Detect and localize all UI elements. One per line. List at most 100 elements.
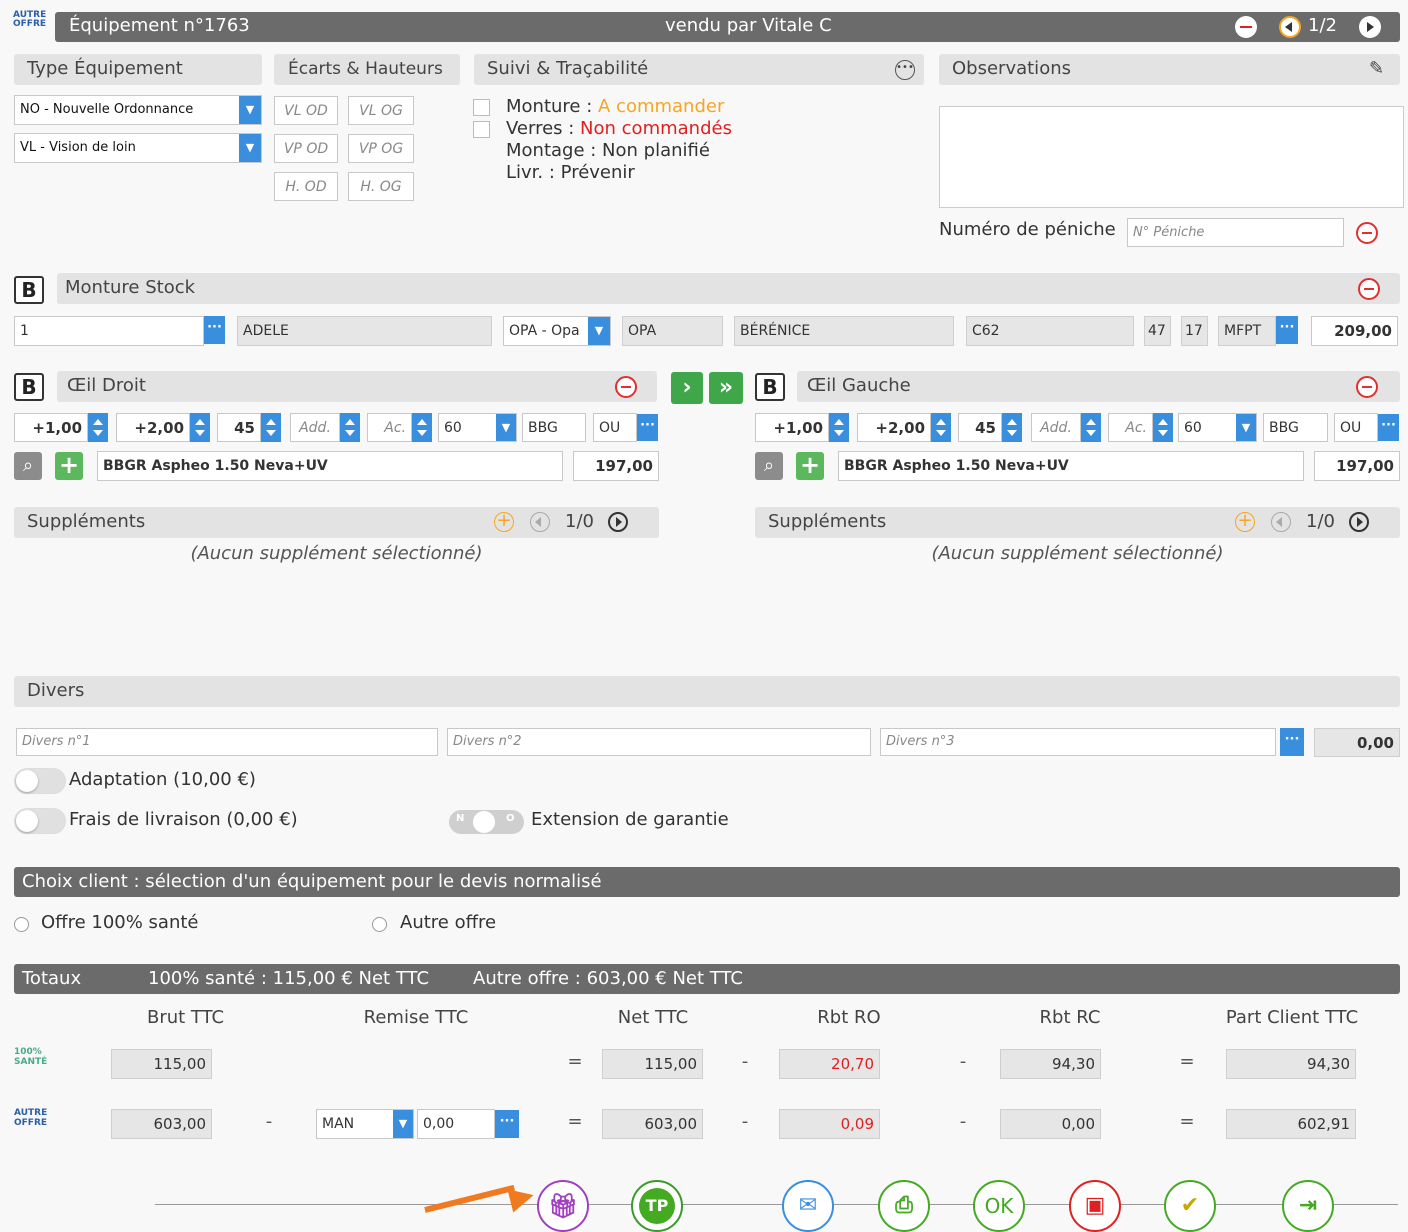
od-add-input[interactable]: Add. <box>290 413 340 442</box>
og-sphere-spinner[interactable] <box>829 413 849 442</box>
divers-more-button[interactable]: ··· <box>1280 728 1304 756</box>
peniche-input[interactable]: N° Péniche <box>1127 218 1344 247</box>
edit-note-icon[interactable]: ✎ <box>1369 58 1384 80</box>
og-axis-spinner[interactable] <box>1002 413 1022 442</box>
og-lens-name[interactable]: BBGR Aspheo 1.50 Neva+UV <box>838 451 1304 481</box>
next-supplement-icon[interactable] <box>608 512 628 532</box>
add-supplement-icon[interactable]: + <box>1235 512 1255 532</box>
og-cylinder-input[interactable]: +2,00 <box>857 413 931 442</box>
od-sphere-input[interactable]: +1,00 <box>14 413 88 442</box>
og-brand[interactable]: BBG <box>1263 413 1328 442</box>
og-lens-price[interactable]: 197,00 <box>1314 451 1400 481</box>
od-sphere-spinner[interactable] <box>88 413 108 442</box>
od-axis-spinner[interactable] <box>261 413 281 442</box>
chevron-down-icon[interactable]: ▼ <box>239 134 261 162</box>
vl-og-input[interactable]: VL OG <box>348 96 414 125</box>
supplier-select[interactable]: OPA - Opa ▼ <box>503 316 611 346</box>
monture-ref-input[interactable]: 1 <box>14 316 204 346</box>
od-axis-input[interactable]: 45 <box>217 413 261 442</box>
od-cylinder-spinner[interactable] <box>190 413 210 442</box>
save-button[interactable]: ▣ <box>1069 1180 1121 1232</box>
vision-select[interactable]: VL - Vision de loin ▼ <box>14 133 262 163</box>
remise-type-select[interactable]: MAN ▼ <box>316 1109 414 1139</box>
od-ou-more-button[interactable]: ··· <box>637 414 658 441</box>
email-button[interactable]: ✉ <box>782 1180 834 1232</box>
h-og-input[interactable]: H. OG <box>348 172 414 201</box>
od-lens-name[interactable]: BBGR Aspheo 1.50 Neva+UV <box>97 451 563 481</box>
og-add-input[interactable]: Add. <box>1031 413 1081 442</box>
next-supplement-icon[interactable] <box>1349 512 1369 532</box>
chevron-down-icon[interactable]: ▼ <box>496 414 516 441</box>
od-cylinder-input[interactable]: +2,00 <box>116 413 190 442</box>
monture-type: MFPT <box>1218 316 1276 346</box>
ordonnance-select[interactable]: NO - Nouvelle Ordonnance ▼ <box>14 95 262 125</box>
og-diameter-select[interactable]: 60 ▼ <box>1178 413 1257 442</box>
autre-offre-radio[interactable] <box>372 917 387 932</box>
ok-button[interactable]: OK <box>973 1180 1025 1232</box>
og-ac-input[interactable]: Ac. <box>1108 413 1153 442</box>
monture-color: C62 <box>966 316 1134 346</box>
remove-peniche-icon[interactable] <box>1356 222 1378 244</box>
od-ac-spinner[interactable] <box>412 413 432 442</box>
og-search-icon[interactable]: ⌕ <box>755 452 783 480</box>
og-add-spinner[interactable] <box>1081 413 1101 442</box>
og-ac-spinner[interactable] <box>1153 413 1173 442</box>
vp-og-input[interactable]: VP OG <box>348 134 414 163</box>
od-add-lens-icon[interactable]: + <box>55 452 83 480</box>
copy-right-icon[interactable]: › <box>671 372 703 404</box>
offre-sante-radio[interactable] <box>14 917 29 932</box>
exit-button[interactable]: ⇥ <box>1282 1180 1334 1232</box>
remise-more-button[interactable]: ··· <box>495 1110 519 1138</box>
od-ac-input[interactable]: Ac. <box>367 413 412 442</box>
tp-button[interactable]: TP <box>631 1180 683 1232</box>
prev-supplement-icon[interactable] <box>1271 512 1291 532</box>
print-button[interactable]: ⎙ <box>878 1180 930 1232</box>
monture-ref-more-button[interactable]: ··· <box>204 316 225 344</box>
od-lens-price[interactable]: 197,00 <box>573 451 659 481</box>
og-add-lens-icon[interactable]: + <box>796 452 824 480</box>
chevron-down-icon[interactable]: ▼ <box>1236 414 1256 441</box>
next-page-icon[interactable] <box>1359 16 1381 38</box>
h-od-input[interactable]: H. OD <box>274 172 338 201</box>
vl-od-input[interactable]: VL OD <box>274 96 338 125</box>
remove-equipment-icon[interactable] <box>1235 16 1257 38</box>
copy-all-right-icon[interactable]: » <box>709 372 743 404</box>
divers-1-input[interactable]: Divers n°1 <box>16 728 438 756</box>
gift-button[interactable]: 🎁︎ <box>537 1180 589 1232</box>
chevron-down-icon[interactable]: ▼ <box>239 96 261 124</box>
divers-3-input[interactable]: Divers n°3 <box>880 728 1276 756</box>
col-rbt-rc: Rbt RC <box>1039 1007 1101 1028</box>
verres-checkbox[interactable] <box>473 121 490 138</box>
livraison-toggle[interactable] <box>14 808 66 834</box>
og-axis-input[interactable]: 45 <box>958 413 1002 442</box>
add-supplement-icon[interactable]: + <box>494 512 514 532</box>
og-sphere-input[interactable]: +1,00 <box>755 413 829 442</box>
validate-button[interactable]: ✔ <box>1164 1180 1216 1232</box>
monture-type-more-button[interactable]: ··· <box>1276 316 1298 344</box>
verres-status: Verres : Non commandés <box>506 118 732 140</box>
monture-checkbox[interactable] <box>473 99 490 116</box>
od-brand[interactable]: BBG <box>522 413 586 442</box>
prev-page-icon[interactable] <box>1279 16 1301 38</box>
adaptation-toggle[interactable] <box>14 768 66 794</box>
remise-input[interactable]: 0,00 <box>417 1109 495 1139</box>
og-cylinder-spinner[interactable] <box>931 413 951 442</box>
monture-price[interactable]: 209,00 <box>1311 316 1398 346</box>
vp-od-input[interactable]: VP OD <box>274 134 338 163</box>
remove-oeil-droit-icon[interactable] <box>615 376 637 398</box>
og-ou[interactable]: OU <box>1334 413 1378 442</box>
od-add-spinner[interactable] <box>340 413 360 442</box>
extension-toggle[interactable]: N O <box>449 810 524 834</box>
od-ou[interactable]: OU <box>593 413 637 442</box>
od-diameter-select[interactable]: 60 ▼ <box>438 413 517 442</box>
remove-monture-icon[interactable] <box>1358 278 1380 300</box>
observations-textarea[interactable] <box>939 106 1404 208</box>
chevron-down-icon[interactable]: ▼ <box>393 1110 413 1138</box>
divers-2-input[interactable]: Divers n°2 <box>447 728 871 756</box>
og-ou-more-button[interactable]: ··· <box>1378 414 1399 441</box>
prev-supplement-icon[interactable] <box>530 512 550 532</box>
more-options-icon[interactable]: ••• <box>895 60 915 80</box>
chevron-down-icon[interactable]: ▼ <box>588 317 610 345</box>
remove-oeil-gauche-icon[interactable] <box>1356 376 1378 398</box>
od-search-icon[interactable]: ⌕ <box>14 452 42 480</box>
